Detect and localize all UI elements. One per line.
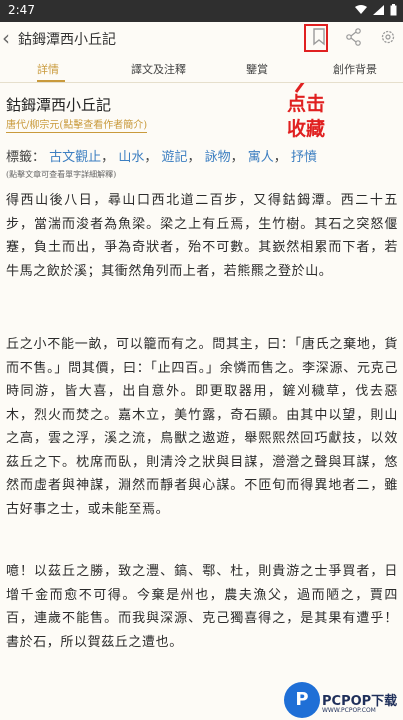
tag-link[interactable]: 詠物 xyxy=(205,150,231,165)
status-time: 2:47 xyxy=(8,3,35,17)
wifi-icon xyxy=(355,5,367,14)
callout-line-1: 点击 xyxy=(286,93,325,115)
battery-icon xyxy=(390,4,397,16)
status-bar: 2:47 xyxy=(0,0,403,22)
poem-paragraph[interactable]: 丘之小不能一畝，可以籠而有之。問其主，曰：「唐氏之棄地，貨而不售。」問其價，曰：… xyxy=(6,333,398,521)
back-arrow-icon[interactable]: ‹ xyxy=(2,26,10,50)
tag-link[interactable]: 山水 xyxy=(118,150,144,165)
poem-paragraph[interactable]: 得西山後八日，尋山口西北道二百步，又得鈷鉧潭。西二十五步，當湍而浚者為魚梁。梁之… xyxy=(6,189,398,283)
tab-appreciation[interactable]: 鑒賞 xyxy=(246,61,268,77)
tag-link[interactable]: 抒憤 xyxy=(291,150,317,165)
tag-link[interactable]: 古文觀止 xyxy=(49,150,101,165)
toolbar-title: 鈷鉧潭西小丘記 xyxy=(18,32,116,48)
bookmark-highlight-box xyxy=(304,24,328,52)
watermark-subtext: WWW.PCPOP.COM xyxy=(322,707,376,714)
poem-title: 鈷鉧潭西小丘記 xyxy=(6,96,112,114)
tab-details[interactable]: 詳情 xyxy=(37,61,59,77)
tags-row: 標籤： 古文觀止， 山水， 遊記， 詠物， 寓人， 抒憤 xyxy=(6,150,317,165)
watermark-logo: P xyxy=(284,682,320,718)
gear-icon[interactable] xyxy=(380,28,396,46)
toolbar: ‹ 鈷鉧潭西小丘記 xyxy=(0,22,403,56)
active-tab-indicator xyxy=(37,80,65,82)
tab-bar: 詳情 譯文及注釋 鑒賞 創作背景 xyxy=(0,56,403,83)
tab-background[interactable]: 創作背景 xyxy=(333,61,377,77)
status-icons xyxy=(355,4,397,16)
share-icon[interactable] xyxy=(346,28,362,46)
tag-link[interactable]: 遊記 xyxy=(161,150,187,165)
signal-icon xyxy=(373,5,384,15)
tags-label: 標籤： xyxy=(6,150,46,165)
author-link[interactable]: 唐代/柳宗元(點擊查看作者簡介) xyxy=(6,116,148,133)
callout-line-2: 收藏 xyxy=(286,118,325,140)
tab-translation[interactable]: 譯文及注釋 xyxy=(131,61,186,77)
bookmark-callout: 点击 收藏 xyxy=(276,92,336,142)
poem-paragraph[interactable]: 噫！以茲丘之勝，致之灃、鎬、鄠、杜，則貴游之士爭買者，日增千金而愈不可得。今棄是… xyxy=(6,560,398,654)
watermark: P PCPOP下载 WWW.PCPOP.COM xyxy=(284,682,402,718)
click-hint: (點擊文章可查看單字詳細解釋) xyxy=(6,170,117,179)
tag-link[interactable]: 寓人 xyxy=(248,150,274,165)
